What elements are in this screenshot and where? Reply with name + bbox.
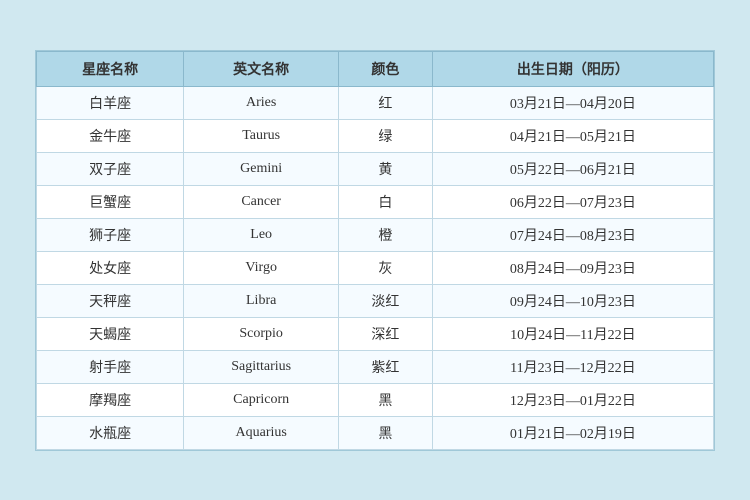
cell-color: 淡红 — [339, 284, 433, 317]
cell-color: 紫红 — [339, 350, 433, 383]
cell-chinese: 摩羯座 — [37, 383, 184, 416]
cell-chinese: 天秤座 — [37, 284, 184, 317]
cell-color: 红 — [339, 86, 433, 119]
cell-color: 黄 — [339, 152, 433, 185]
cell-dates: 11月23日—12月22日 — [432, 350, 713, 383]
cell-chinese: 白羊座 — [37, 86, 184, 119]
table-row: 水瓶座Aquarius黑01月21日—02月19日 — [37, 416, 714, 449]
cell-english: Scorpio — [184, 317, 339, 350]
table-row: 金牛座Taurus绿04月21日—05月21日 — [37, 119, 714, 152]
cell-dates: 03月21日—04月20日 — [432, 86, 713, 119]
cell-color: 黑 — [339, 416, 433, 449]
col-header-english: 英文名称 — [184, 51, 339, 86]
table-header-row: 星座名称 英文名称 颜色 出生日期（阳历） — [37, 51, 714, 86]
cell-english: Aries — [184, 86, 339, 119]
cell-english: Sagittarius — [184, 350, 339, 383]
cell-dates: 07月24日—08月23日 — [432, 218, 713, 251]
zodiac-table-container: 星座名称 英文名称 颜色 出生日期（阳历） 白羊座Aries红03月21日—04… — [35, 50, 715, 451]
col-header-dates: 出生日期（阳历） — [432, 51, 713, 86]
table-row: 摩羯座Capricorn黑12月23日—01月22日 — [37, 383, 714, 416]
cell-chinese: 巨蟹座 — [37, 185, 184, 218]
cell-chinese: 处女座 — [37, 251, 184, 284]
cell-color: 深红 — [339, 317, 433, 350]
cell-color: 绿 — [339, 119, 433, 152]
col-header-color: 颜色 — [339, 51, 433, 86]
cell-dates: 05月22日—06月21日 — [432, 152, 713, 185]
cell-english: Gemini — [184, 152, 339, 185]
table-row: 射手座Sagittarius紫红11月23日—12月22日 — [37, 350, 714, 383]
table-row: 狮子座Leo橙07月24日—08月23日 — [37, 218, 714, 251]
table-row: 巨蟹座Cancer白06月22日—07月23日 — [37, 185, 714, 218]
table-row: 天秤座Libra淡红09月24日—10月23日 — [37, 284, 714, 317]
cell-color: 白 — [339, 185, 433, 218]
cell-english: Taurus — [184, 119, 339, 152]
cell-dates: 08月24日—09月23日 — [432, 251, 713, 284]
table-row: 白羊座Aries红03月21日—04月20日 — [37, 86, 714, 119]
cell-english: Capricorn — [184, 383, 339, 416]
cell-english: Libra — [184, 284, 339, 317]
cell-english: Leo — [184, 218, 339, 251]
table-row: 天蝎座Scorpio深红10月24日—11月22日 — [37, 317, 714, 350]
cell-english: Aquarius — [184, 416, 339, 449]
cell-dates: 01月21日—02月19日 — [432, 416, 713, 449]
cell-chinese: 水瓶座 — [37, 416, 184, 449]
cell-chinese: 射手座 — [37, 350, 184, 383]
table-row: 处女座Virgo灰08月24日—09月23日 — [37, 251, 714, 284]
cell-dates: 09月24日—10月23日 — [432, 284, 713, 317]
cell-color: 灰 — [339, 251, 433, 284]
cell-chinese: 双子座 — [37, 152, 184, 185]
cell-color: 橙 — [339, 218, 433, 251]
col-header-chinese: 星座名称 — [37, 51, 184, 86]
cell-english: Virgo — [184, 251, 339, 284]
table-row: 双子座Gemini黄05月22日—06月21日 — [37, 152, 714, 185]
cell-dates: 06月22日—07月23日 — [432, 185, 713, 218]
cell-chinese: 金牛座 — [37, 119, 184, 152]
cell-chinese: 狮子座 — [37, 218, 184, 251]
cell-dates: 12月23日—01月22日 — [432, 383, 713, 416]
zodiac-table: 星座名称 英文名称 颜色 出生日期（阳历） 白羊座Aries红03月21日—04… — [36, 51, 714, 450]
cell-dates: 10月24日—11月22日 — [432, 317, 713, 350]
cell-english: Cancer — [184, 185, 339, 218]
cell-chinese: 天蝎座 — [37, 317, 184, 350]
cell-color: 黑 — [339, 383, 433, 416]
cell-dates: 04月21日—05月21日 — [432, 119, 713, 152]
